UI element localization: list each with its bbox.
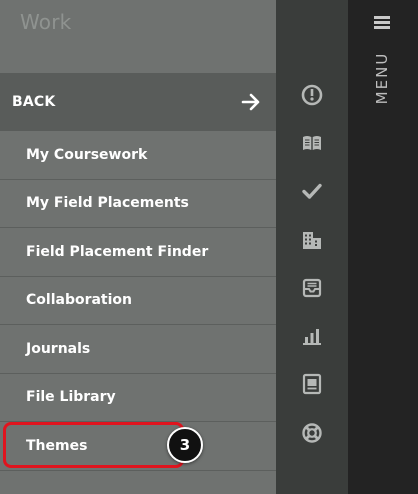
menu-label[interactable]: MENU (373, 52, 391, 105)
arrow-right-icon (241, 93, 260, 111)
hamburger-icon[interactable] (374, 16, 390, 30)
nav-item-my-field-placements[interactable]: My Field Placements (0, 180, 276, 228)
nav-item-field-placement-finder[interactable]: Field Placement Finder (0, 228, 276, 277)
nav-item-label: File Library (26, 389, 116, 406)
inbox-icon[interactable] (301, 277, 323, 299)
submenu-panel: Work BACK My Coursework My Field Placeme… (0, 0, 276, 494)
nav-item-label: My Coursework (26, 146, 148, 163)
back-label: BACK (12, 94, 56, 110)
nav-item-label: My Field Placements (26, 195, 189, 212)
book-icon[interactable] (301, 132, 323, 154)
icon-rail (276, 0, 348, 494)
panel-title: Work (20, 10, 72, 34)
portfolio-icon[interactable] (301, 373, 323, 395)
checkmark-icon[interactable] (301, 180, 323, 202)
back-button[interactable]: BACK (0, 73, 276, 131)
lifebuoy-icon[interactable] (301, 422, 323, 444)
nav-item-label: Field Placement Finder (26, 243, 209, 260)
nav-item-file-library[interactable]: File Library (0, 374, 276, 422)
nav-item-collaboration[interactable]: Collaboration (0, 277, 276, 325)
nav-item-my-coursework[interactable]: My Coursework (0, 131, 276, 180)
highlight-box (3, 422, 184, 468)
building-icon[interactable] (301, 229, 323, 251)
step-badge: 3 (167, 427, 203, 463)
nav-item-label: Journals (26, 340, 91, 357)
menu-strip[interactable]: MENU (348, 0, 418, 494)
nav-list: My Coursework My Field Placements Field … (0, 131, 276, 471)
bar-chart-icon[interactable] (301, 325, 323, 347)
nav-item-label: Collaboration (26, 292, 133, 309)
dashboard-icon[interactable] (301, 84, 323, 106)
nav-item-journals[interactable]: Journals (0, 325, 276, 374)
